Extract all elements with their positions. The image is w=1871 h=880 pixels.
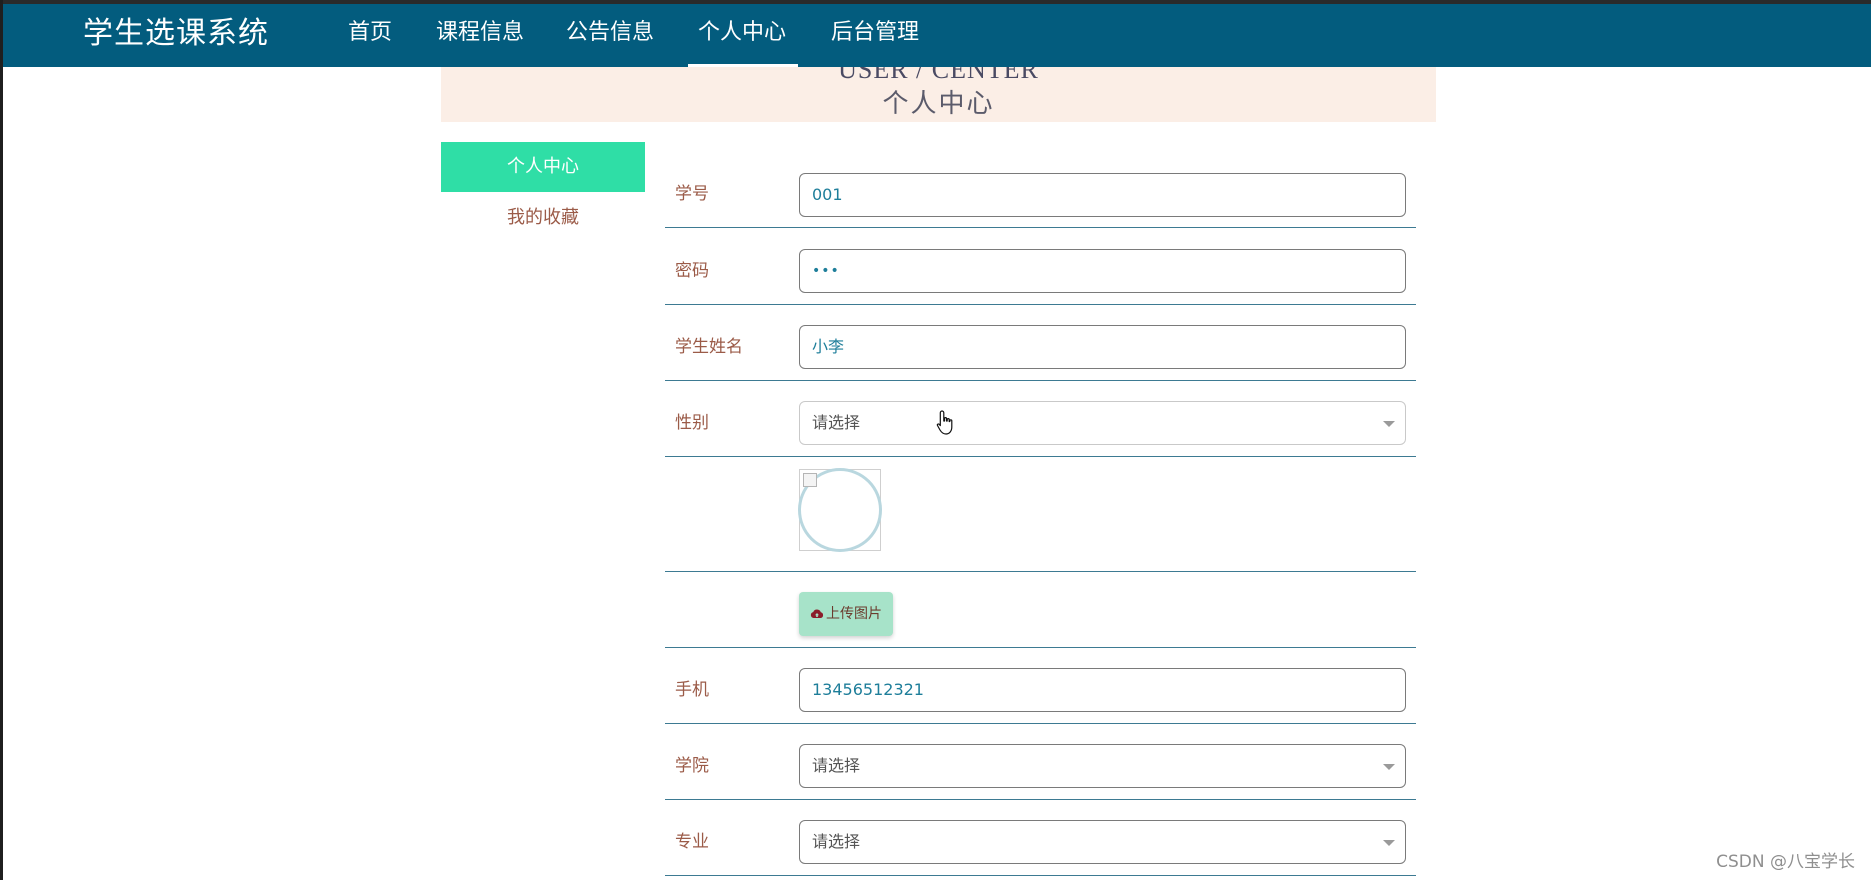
form-row-phone: 手机 13456512321 [665, 648, 1416, 724]
chevron-down-icon [1383, 840, 1395, 846]
form-row-student-id: 学号 001 [665, 160, 1416, 228]
form-row-avatar [665, 457, 1416, 572]
window-left-border [0, 0, 3, 880]
form-row-gender: 性别 请选择 [665, 381, 1416, 457]
major-select[interactable]: 请选择 [799, 820, 1406, 864]
name-label: 学生姓名 [675, 337, 743, 357]
password-label: 密码 [675, 261, 709, 281]
gender-select[interactable]: 请选择 [799, 401, 1406, 445]
upload-image-button[interactable]: 上传图片 [799, 592, 893, 636]
phone-input[interactable]: 13456512321 [799, 668, 1406, 712]
top-navbar: 学生选课系统 首页 课程信息 公告信息 个人中心 后台管理 [3, 4, 1871, 67]
upload-button-label: 上传图片 [826, 606, 882, 622]
student-id-input[interactable]: 001 [799, 173, 1406, 217]
college-label: 学院 [675, 756, 709, 776]
site-brand[interactable]: 学生选课系统 [83, 14, 269, 54]
college-select-placeholder: 请选择 [812, 756, 861, 775]
gender-label: 性别 [675, 413, 709, 433]
name-input[interactable]: 小李 [799, 325, 1406, 369]
phone-label: 手机 [675, 680, 709, 700]
nav-admin[interactable]: 后台管理 [821, 4, 929, 67]
sidebar-item-favorites[interactable]: 我的收藏 [441, 196, 645, 240]
cloud-upload-icon [810, 609, 824, 618]
form-row-password: 密码 ••• [665, 228, 1416, 305]
nav-personal-center[interactable]: 个人中心 [688, 4, 798, 67]
nav-course-info[interactable]: 课程信息 [426, 4, 534, 67]
gender-select-placeholder: 请选择 [812, 413, 861, 432]
form-row-name: 学生姓名 小李 [665, 305, 1416, 381]
college-select[interactable]: 请选择 [799, 744, 1406, 788]
form-row-major: 专业 请选择 [665, 800, 1416, 876]
chevron-down-icon [1383, 421, 1395, 427]
major-label: 专业 [675, 832, 709, 852]
password-input[interactable]: ••• [799, 249, 1406, 293]
major-select-placeholder: 请选择 [812, 832, 861, 851]
banner-title: 个人中心 [882, 89, 995, 119]
nav-announcements[interactable]: 公告信息 [556, 4, 664, 67]
student-id-label: 学号 [675, 184, 709, 204]
form-row-upload: 上传图片 [665, 572, 1416, 648]
page-banner: USER / CENTER 个人中心 [441, 67, 1436, 122]
nav-home[interactable]: 首页 [338, 4, 402, 67]
sidebar-item-personal-center[interactable]: 个人中心 [441, 142, 645, 192]
form-row-college: 学院 请选择 [665, 724, 1416, 800]
broken-image-icon [803, 473, 817, 487]
chevron-down-icon [1383, 764, 1395, 770]
hand-cursor-icon [936, 410, 953, 435]
watermark: CSDN @八宝学长 [1716, 852, 1855, 872]
avatar-image [798, 468, 882, 552]
